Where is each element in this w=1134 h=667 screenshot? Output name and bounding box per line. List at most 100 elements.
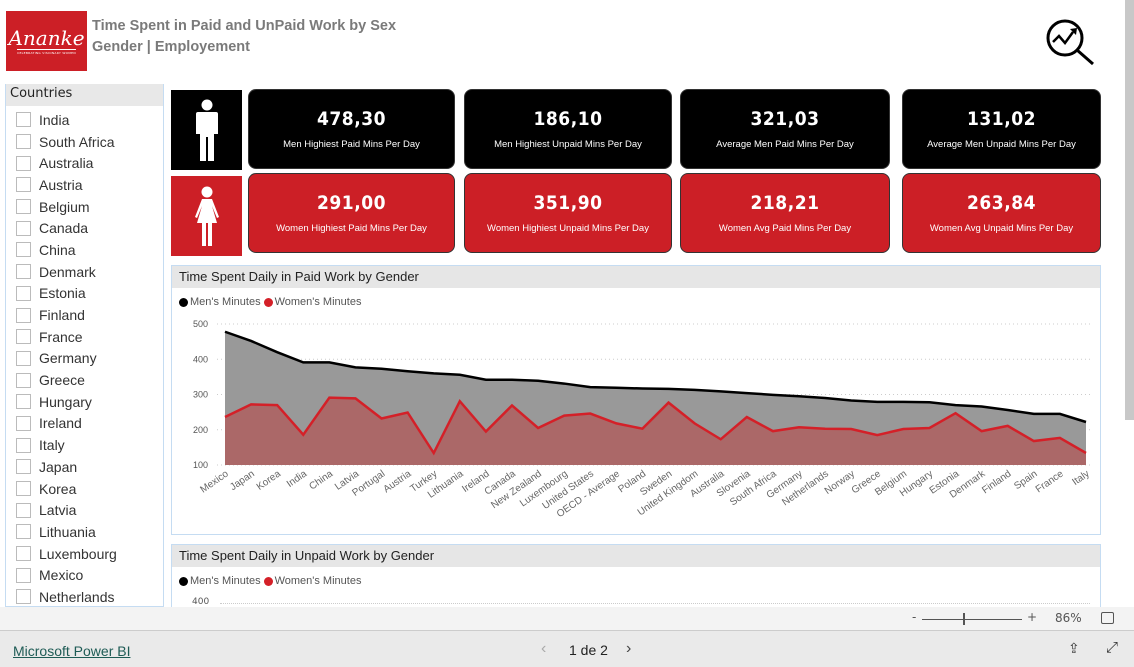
checkbox[interactable]	[16, 437, 31, 453]
checkbox[interactable]	[16, 242, 31, 258]
checkbox[interactable]	[16, 307, 31, 323]
chart-title: Time Spent Daily in Unpaid Work by Gende…	[172, 545, 1100, 567]
checkbox[interactable]	[16, 415, 31, 431]
fullscreen-icon[interactable]: ⤢	[1106, 639, 1118, 656]
checkbox[interactable]	[16, 524, 31, 540]
slicer-item-label: Netherlands	[39, 588, 115, 605]
slicer-item-label: France	[39, 328, 83, 345]
checkbox[interactable]	[16, 372, 31, 388]
paid-work-chart: Time Spent Daily in Paid Work by Gender …	[171, 265, 1101, 535]
slicer-item[interactable]: Ireland	[6, 413, 163, 435]
kpi-label: Women Avg Paid Mins Per Day	[718, 223, 852, 234]
fit-to-page-icon[interactable]	[1101, 612, 1114, 624]
man-icon-box	[171, 90, 242, 170]
gridline	[220, 603, 1090, 604]
checkbox[interactable]	[16, 134, 31, 150]
slicer-item[interactable]: Germany	[6, 348, 163, 370]
zoom-in-button[interactable]: +	[1027, 610, 1037, 624]
women-legend-dot	[263, 576, 273, 586]
checkbox[interactable]	[16, 350, 31, 366]
powerbi-link[interactable]: Microsoft Power BI	[13, 643, 130, 659]
paid-work-plot: 100 200 300 400 500 MexicoJapanKorea IndiaChin…	[193, 319, 1092, 520]
unpaid-work-chart: Time Spent Daily in Unpaid Work by Gende…	[171, 544, 1101, 607]
checkbox[interactable]	[16, 155, 31, 171]
zoom-level: 86%	[1055, 611, 1082, 625]
checkbox[interactable]	[16, 567, 31, 583]
kpi-label: Average Men Unpaid Mins Per Day	[927, 139, 1076, 150]
slicer-item-label: Finland	[39, 307, 85, 324]
slicer-item-label: Australia	[39, 155, 94, 172]
slicer-item[interactable]: Finland	[6, 304, 163, 326]
slicer-item[interactable]: Canada	[6, 217, 163, 239]
slicer-item[interactable]: Lithuania	[6, 521, 163, 543]
share-icon[interactable]: ⇪	[1068, 640, 1080, 657]
zoom-bar: - + 86%	[0, 607, 1134, 631]
slicer-item-label: Japan	[39, 458, 78, 475]
men-kpi-card: 186,10 Men Highiest Unpaid Mins Per Day	[464, 89, 672, 169]
checkbox[interactable]	[16, 264, 31, 280]
slicer-item-label: India	[39, 111, 70, 128]
kpi-label: Women Highiest Paid Mins Per Day	[276, 223, 427, 234]
legend-men: Men's Minutes	[190, 575, 261, 587]
slicer-item[interactable]: Estonia	[6, 283, 163, 305]
checkbox[interactable]	[16, 329, 31, 345]
checkbox[interactable]	[16, 459, 31, 475]
men-kpi-card: 478,30 Men Highiest Paid Mins Per Day	[248, 89, 455, 169]
women-kpi-card: 351,90 Women Highiest Unpaid Mins Per Day	[464, 173, 672, 253]
slicer-item-label: Belgium	[39, 198, 90, 215]
slicer-item[interactable]: India	[6, 109, 163, 131]
report-title: Time Spent in Paid and UnPaid Work by Se…	[92, 18, 397, 34]
slicer-item[interactable]: Hungary	[6, 391, 163, 413]
slicer-item[interactable]: Mexico	[6, 564, 163, 586]
zoom-slider[interactable]	[922, 619, 1022, 620]
next-page-button[interactable]: ›	[626, 640, 631, 658]
slicer-item[interactable]: South Africa	[6, 131, 163, 153]
checkbox[interactable]	[16, 546, 31, 562]
slicer-item[interactable]: China	[6, 239, 163, 261]
kpi-value: 291,00	[317, 192, 386, 214]
x-tick-label: Norway	[823, 468, 857, 496]
x-tick-label: France	[1034, 468, 1066, 495]
slicer-item[interactable]: Australia	[6, 152, 163, 174]
checkbox[interactable]	[16, 177, 31, 193]
slicer-item-label: Luxembourg	[39, 545, 117, 562]
slicer-item[interactable]: Greece	[6, 369, 163, 391]
slicer-item[interactable]: Luxembourg	[6, 543, 163, 565]
kpi-value: 218,21	[750, 192, 820, 214]
zoom-out-button[interactable]: -	[912, 610, 916, 624]
kpi-label: Average Men Paid Mins Per Day	[716, 139, 854, 150]
checkbox[interactable]	[16, 285, 31, 301]
slicer-title: Countries	[6, 84, 163, 106]
report-subtitle: Gender | Employement	[92, 39, 250, 55]
slicer-item[interactable]: Belgium	[6, 196, 163, 218]
kpi-value: 186,10	[533, 108, 603, 130]
slicer-item-label: Italy	[39, 437, 65, 454]
zoom-slider-thumb[interactable]	[963, 613, 965, 625]
slicer-item[interactable]: France	[6, 326, 163, 348]
x-tick-label: Japan	[228, 468, 257, 493]
legend-women: Women's Minutes	[274, 575, 362, 587]
checkbox[interactable]	[16, 199, 31, 215]
prev-page-button[interactable]: ‹	[541, 640, 546, 658]
y-tick-label: 300	[193, 390, 208, 400]
kpi-value: 263,84	[967, 192, 1036, 214]
slicer-item-label: Germany	[39, 350, 97, 367]
checkbox[interactable]	[16, 220, 31, 236]
slicer-item[interactable]: Austria	[6, 174, 163, 196]
checkbox[interactable]	[16, 481, 31, 497]
men-kpi-card: 131,02 Average Men Unpaid Mins Per Day	[902, 89, 1101, 169]
checkbox[interactable]	[16, 502, 31, 518]
slicer-item-label: Austria	[39, 176, 83, 193]
slicer-item[interactable]: Japan	[6, 456, 163, 478]
checkbox[interactable]	[16, 112, 31, 128]
slicer-item[interactable]: Latvia	[6, 499, 163, 521]
slicer-item[interactable]: Netherlands	[6, 586, 163, 606]
slicer-item[interactable]: Italy	[6, 434, 163, 456]
checkbox[interactable]	[16, 589, 31, 605]
slicer-item-label: Lithuania	[39, 523, 96, 540]
checkbox[interactable]	[16, 394, 31, 410]
slicer-item-label: South Africa	[39, 133, 115, 150]
slicer-item[interactable]: Korea	[6, 478, 163, 500]
vertical-scrollbar[interactable]	[1125, 0, 1134, 420]
slicer-item[interactable]: Denmark	[6, 261, 163, 283]
